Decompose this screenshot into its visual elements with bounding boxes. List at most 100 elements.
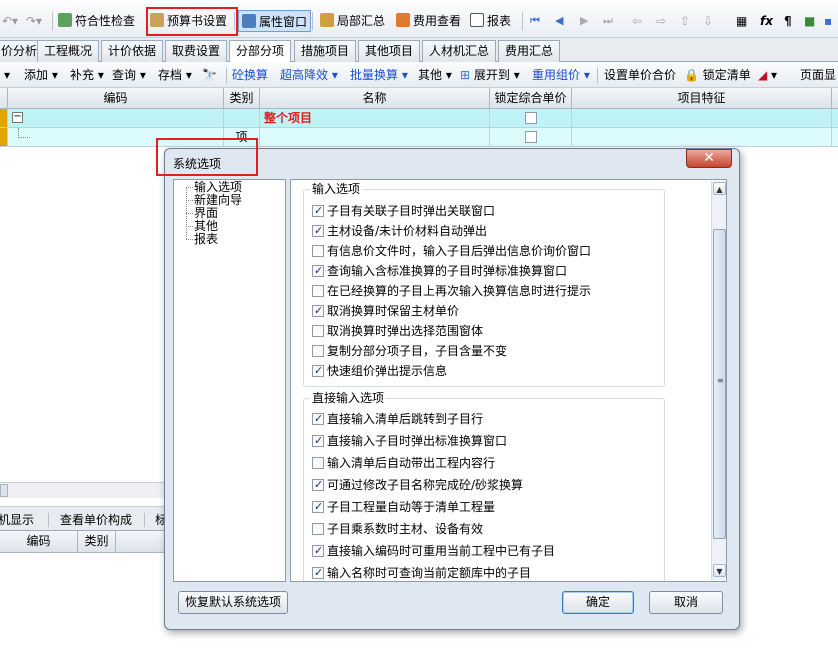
tab-measures[interactable]: 措施项目: [294, 40, 357, 62]
checkbox-checked-icon[interactable]: [312, 303, 324, 319]
query-menu[interactable]: 查询 ▾: [112, 65, 146, 85]
undo-icon[interactable]: ↶▾: [2, 10, 18, 32]
option-checkbox[interactable]: 子目有关联子目时弹出关联窗口: [312, 203, 495, 219]
col-category[interactable]: 类别: [224, 88, 260, 108]
compliance-check-button[interactable]: 符合性检查: [58, 10, 135, 32]
lock-price-checkbox[interactable]: [525, 112, 537, 124]
tab-fee-summary[interactable]: 费用汇总: [498, 40, 561, 62]
checkbox-unchecked-icon[interactable]: [312, 325, 324, 337]
super-high-reduction-menu[interactable]: 超高降效 ▾: [280, 65, 338, 85]
restore-defaults-button[interactable]: 恢复默认系统选项: [178, 591, 288, 614]
horizontal-scrollbar[interactable]: [0, 482, 170, 498]
supplement-menu[interactable]: 补充 ▾: [70, 65, 104, 85]
table-row[interactable]: − 整个项目: [0, 109, 838, 128]
col-name[interactable]: 名称: [260, 88, 490, 108]
checkbox-checked-icon[interactable]: [312, 203, 324, 219]
option-checkbox[interactable]: 子目乘系数时主材、设备有效: [312, 521, 483, 537]
tab-sub-items[interactable]: 分部分项: [229, 40, 292, 63]
tab-pricing-basis[interactable]: 计价依据: [101, 40, 164, 62]
checkbox-checked-icon[interactable]: [312, 477, 324, 493]
checkbox-checked-icon[interactable]: [312, 499, 324, 515]
checkbox-checked-icon[interactable]: [312, 363, 324, 379]
other-menu[interactable]: 其他 ▾: [418, 65, 452, 85]
tree-item-report[interactable]: 报表: [194, 233, 218, 246]
binoculars-icon[interactable]: 🔭: [202, 65, 217, 85]
move-down-icon[interactable]: ⇩: [703, 10, 713, 32]
tab-project-overview[interactable]: 工程概况: [37, 40, 100, 62]
prev-icon[interactable]: ◀: [555, 10, 563, 32]
checkbox-unchecked-icon[interactable]: [312, 523, 324, 535]
checkbox-unchecked-icon[interactable]: [312, 457, 324, 469]
option-checkbox[interactable]: 复制分部分项子目，子目含量不变: [312, 343, 507, 359]
scroll-thumb[interactable]: ≡: [713, 229, 726, 539]
lock-list-button[interactable]: 🔒 锁定清单: [684, 65, 751, 85]
calculator-icon[interactable]: ▦: [736, 10, 747, 32]
option-checkbox[interactable]: 主材设备/未计价材料自动弹出: [312, 223, 487, 239]
option-checkbox[interactable]: 查询输入含标准换算的子目时弹标准换算窗口: [312, 263, 567, 279]
checkbox-checked-icon[interactable]: [312, 411, 324, 427]
option-checkbox[interactable]: 在已经换算的子目上再次输入换算信息时进行提示: [312, 283, 591, 299]
option-checkbox[interactable]: 输入清单后自动带出工程内容行: [312, 455, 495, 471]
concrete-convert-button[interactable]: 砼换算: [232, 65, 268, 85]
collapse-icon[interactable]: −: [12, 112, 23, 123]
option-checkbox[interactable]: 取消换算时弹出选择范围窗体: [312, 323, 483, 339]
set-unit-price-button[interactable]: 设置单价合价: [604, 65, 676, 85]
tab-machine-display[interactable]: 机显示: [0, 510, 34, 532]
formula-icon[interactable]: fx: [760, 10, 773, 32]
col-locked-price[interactable]: 锁定综合单价: [490, 88, 572, 108]
checkbox-unchecked-icon[interactable]: [312, 245, 324, 257]
property-window-button[interactable]: 属性窗口: [238, 10, 312, 32]
reuse-price-menu[interactable]: 重用组价 ▾: [532, 65, 590, 85]
checkbox-unchecked-icon[interactable]: [312, 345, 324, 357]
move-right-icon[interactable]: ⇨: [656, 10, 666, 32]
ok-button[interactable]: 确定: [562, 591, 634, 614]
option-checkbox[interactable]: 可通过修改子目名称完成砼/砂浆换算: [312, 477, 523, 493]
partial-summary-button[interactable]: 局部汇总: [320, 10, 385, 32]
col-code[interactable]: 编码: [0, 531, 78, 552]
tab-fee-settings[interactable]: 取费设置: [165, 40, 228, 62]
tab-unit-price-composition[interactable]: 查看单价构成: [60, 510, 132, 532]
cube-icon[interactable]: ■: [804, 10, 815, 32]
move-left-icon[interactable]: ⇦: [632, 10, 642, 32]
add-menu[interactable]: 添加 ▾: [24, 65, 58, 85]
save-menu[interactable]: 存档 ▾: [158, 65, 192, 85]
col-category[interactable]: 类别: [78, 531, 116, 552]
checkbox-checked-icon[interactable]: [312, 223, 324, 239]
close-button[interactable]: ✕: [686, 149, 732, 168]
scroll-down-icon[interactable]: ▼: [713, 564, 726, 577]
checkbox-checked-icon[interactable]: [312, 263, 324, 279]
option-checkbox[interactable]: 取消换算时保留主材单价: [312, 303, 459, 319]
color-menu[interactable]: ◢ ▾: [758, 65, 777, 85]
report-button[interactable]: 报表: [470, 10, 511, 32]
next-icon[interactable]: ▶: [580, 10, 588, 32]
paragraph-icon[interactable]: ¶: [784, 10, 792, 32]
option-checkbox[interactable]: 快速组价弹出提示信息: [312, 363, 447, 379]
option-checkbox[interactable]: 直接输入清单后跳转到子目行: [312, 411, 483, 427]
page-display-button[interactable]: 页面显: [800, 65, 836, 85]
fee-view-button[interactable]: 费用查看: [396, 10, 461, 32]
option-checkbox[interactable]: 直接输入编码时可重用当前工程中已有子目: [312, 543, 555, 559]
batch-convert-menu[interactable]: 批量换算 ▾: [350, 65, 408, 85]
scroll-up-icon[interactable]: ▲: [713, 182, 726, 195]
checkbox-checked-icon[interactable]: [312, 543, 324, 559]
option-checkbox[interactable]: 子目工程量自动等于清单工程量: [312, 499, 495, 515]
cancel-button[interactable]: 取消: [649, 591, 723, 614]
option-checkbox[interactable]: 有信息价文件时，输入子目后弹出信息价询价窗口: [312, 243, 591, 259]
vertical-scrollbar[interactable]: ▲ ≡ ▼: [711, 181, 726, 580]
col-code[interactable]: 编码: [8, 88, 224, 108]
more-icon[interactable]: ▪: [824, 10, 832, 32]
tab-labor-material-summary[interactable]: 人材机汇总: [422, 40, 497, 62]
last-icon[interactable]: ⏭: [603, 10, 613, 32]
move-up-icon[interactable]: ⇧: [680, 10, 690, 32]
redo-icon[interactable]: ↷▾: [26, 10, 42, 32]
table-row[interactable]: 项: [0, 128, 838, 147]
checkbox-checked-icon[interactable]: [312, 433, 324, 449]
expand-to-menu[interactable]: ⊞ 展开到 ▾: [460, 65, 520, 85]
checkbox-unchecked-icon[interactable]: [312, 285, 324, 297]
checkbox-checked-icon[interactable]: [312, 565, 324, 581]
lock-price-checkbox[interactable]: [525, 131, 537, 143]
option-checkbox[interactable]: 输入名称时可查询当前定额库中的子目: [312, 565, 531, 581]
col-features[interactable]: 项目特征: [572, 88, 832, 108]
option-checkbox[interactable]: 直接输入子目时弹出标准换算窗口: [312, 433, 507, 449]
tab-other-items[interactable]: 其他项目: [358, 40, 421, 62]
